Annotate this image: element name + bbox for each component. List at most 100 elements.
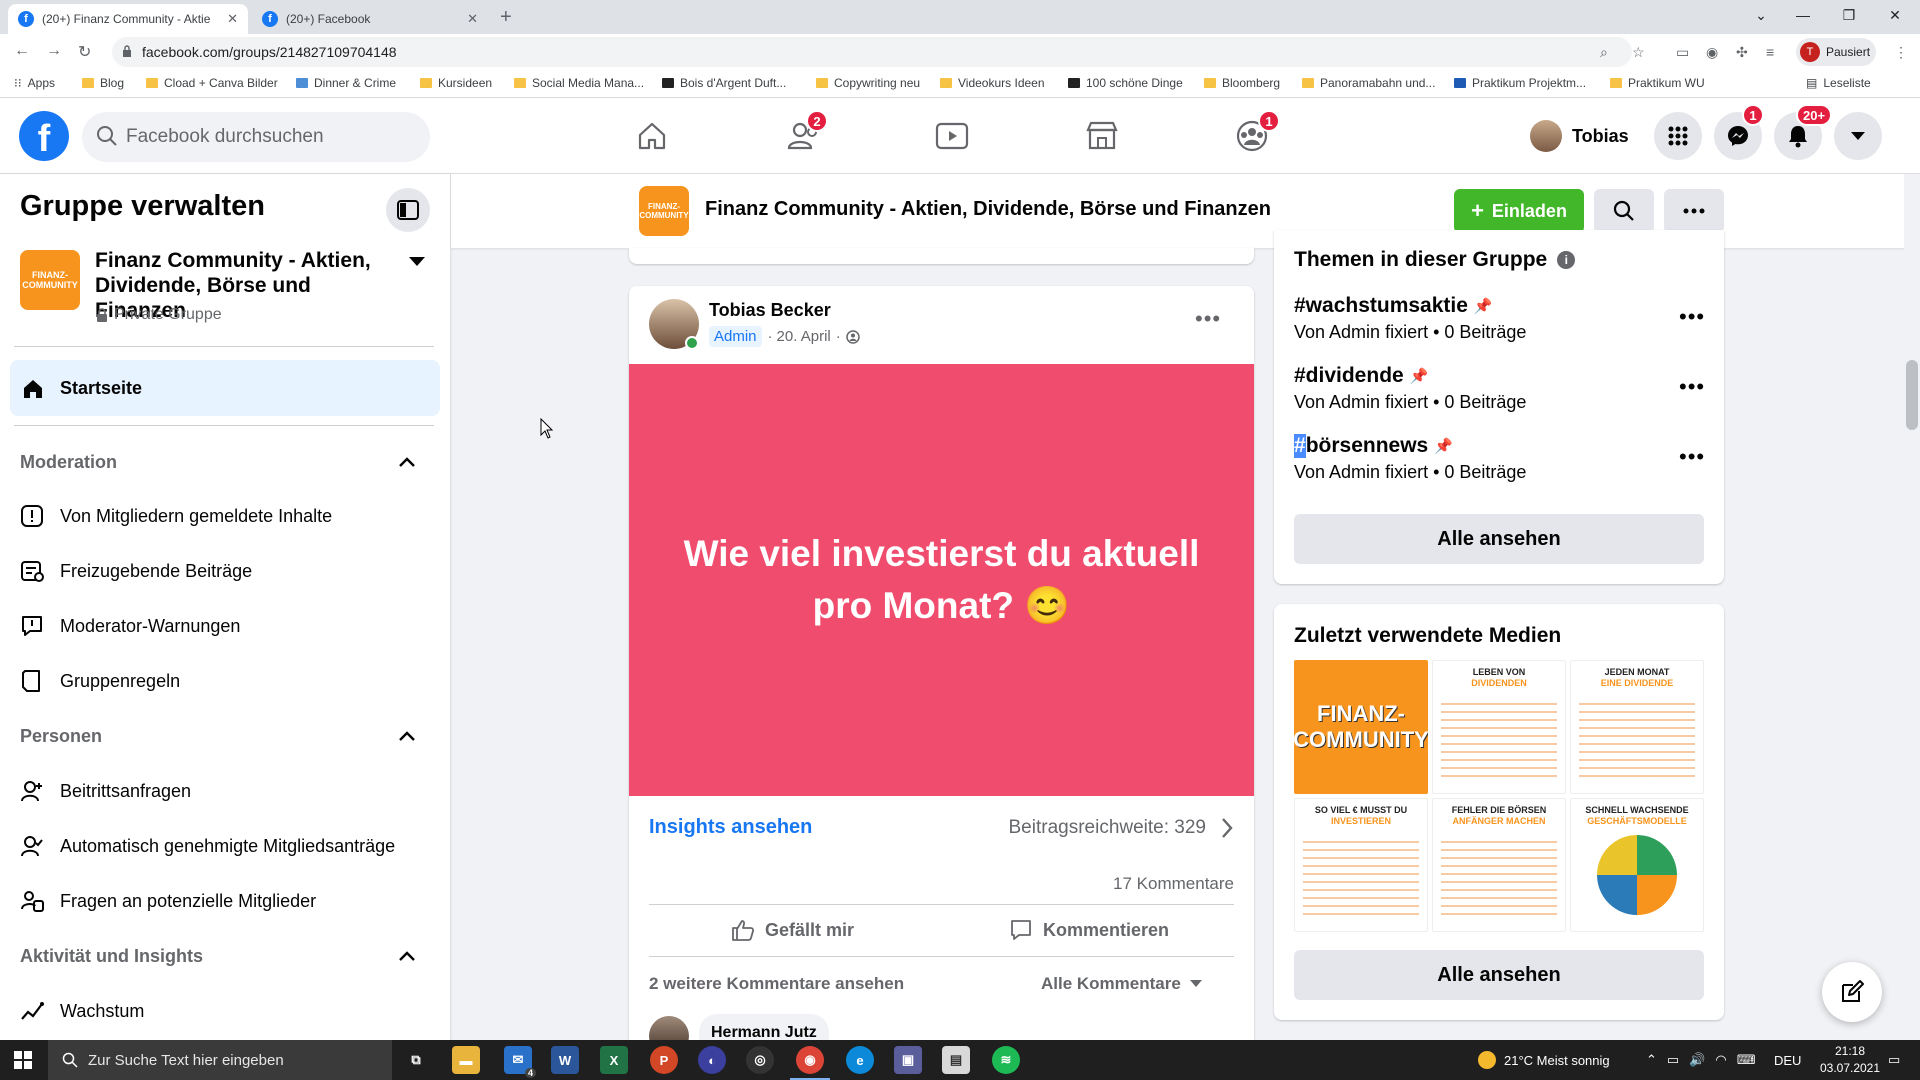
sidebar-item-home[interactable]: Startseite — [10, 360, 440, 416]
nav-home[interactable] — [632, 118, 672, 154]
chevron-up-icon[interactable] — [398, 456, 416, 468]
chrome-icon[interactable]: ◉ — [796, 1046, 824, 1074]
like-button[interactable]: Gefällt mir — [731, 910, 854, 950]
media-thumbnail[interactable]: SCHNELL WACHSENDE GESCHÄFTSMODELLE — [1570, 798, 1704, 932]
forward-icon[interactable]: → — [46, 42, 62, 60]
network-icon[interactable]: ▭ — [1667, 1052, 1679, 1068]
bookmark-item[interactable]: Bois d'Argent Duft... — [662, 76, 786, 90]
reading-list[interactable]: ▤ Leseliste — [1806, 76, 1871, 90]
info-icon[interactable]: i — [1557, 251, 1576, 269]
profile-shortcut[interactable]: Tobias — [1530, 116, 1629, 156]
media-thumbnail[interactable]: LEBEN VON DIVIDENDEN — [1432, 660, 1566, 794]
bookmark-star-icon[interactable]: ☆ — [1632, 44, 1645, 61]
tray-icons[interactable]: ⌃ ▭ 🔊 ◠ ⌨ — [1646, 1040, 1766, 1080]
bookmark-item[interactable]: Blog — [82, 76, 124, 90]
group-thumbnail[interactable]: FINANZ-COMMUNITY — [639, 186, 689, 236]
post-image-text[interactable]: Wie viel investierst du aktuell pro Mona… — [629, 364, 1254, 796]
browser-tab-finanz[interactable]: f (20+) Finanz Community - Aktie ✕ — [8, 4, 248, 34]
bookmark-item[interactable]: Praktikum WU — [1610, 76, 1705, 90]
tab-search-icon[interactable]: ⌄ — [1738, 0, 1784, 30]
wifi-icon[interactable]: ◠ — [1715, 1052, 1726, 1068]
page-scrollbar[interactable] — [1904, 174, 1920, 1040]
account-menu-button[interactable] — [1834, 112, 1882, 160]
spotify-icon[interactable]: ≋ — [992, 1046, 1020, 1074]
windows-start-icon[interactable] — [14, 1051, 32, 1069]
bookmark-item[interactable]: Dinner & Crime — [296, 76, 396, 90]
notification-center-icon[interactable]: ▭ — [1888, 1040, 1900, 1080]
zoom-icon[interactable]: ⌕ — [1600, 44, 1608, 61]
media-thumbnail[interactable]: FEHLER DIE BÖRSEN ANFÄNGER MACHEN — [1432, 798, 1566, 932]
sidebar-item-group-rules[interactable]: Gruppenregeln — [20, 661, 440, 701]
language-indicator[interactable]: DEU — [1774, 1040, 1801, 1080]
chrome-menu-icon[interactable]: ⋮ — [1894, 44, 1908, 61]
clock[interactable]: 21:18 03.07.2021 — [1818, 1043, 1882, 1077]
facebook-search-input[interactable]: Facebook durchsuchen — [82, 112, 430, 162]
new-message-button[interactable] — [1822, 962, 1882, 1022]
facebook-logo[interactable]: f — [19, 111, 69, 161]
reload-icon[interactable]: ↻ — [78, 42, 91, 62]
section-insights-title[interactable]: Aktivität und Insights — [20, 946, 203, 967]
mail-icon[interactable]: ✉ 4 — [504, 1046, 536, 1078]
nav-groups[interactable]: 1 — [1232, 110, 1280, 154]
group-switch-caret-icon[interactable] — [408, 256, 426, 268]
group-more-button[interactable] — [1664, 189, 1724, 233]
topic-options-icon[interactable]: ••• — [1679, 374, 1705, 400]
topic-item[interactable]: # börsennews 📌 — [1294, 434, 1453, 458]
word-icon[interactable]: W — [551, 1046, 579, 1074]
task-view-icon[interactable]: ⧉ — [402, 1046, 430, 1074]
chevron-up-icon[interactable]: ⌃ — [1646, 1052, 1657, 1068]
edge-icon[interactable]: e — [846, 1046, 874, 1074]
sidebar-item-pending-posts[interactable]: Freizugebende Beiträge — [20, 551, 440, 591]
sidebar-item-join-requests[interactable]: Beitrittsanfragen — [20, 771, 440, 811]
obs-icon[interactable]: ◎ — [746, 1046, 774, 1074]
volume-icon[interactable]: 🔊 — [1689, 1052, 1705, 1068]
app-icon[interactable]: ▣ — [894, 1046, 922, 1074]
view-more-comments-link[interactable]: 2 weitere Kommentare ansehen — [649, 974, 904, 994]
sidebar-item-member-questions[interactable]: Fragen an potenzielle Mitglieder — [20, 881, 440, 921]
nav-friends[interactable]: 2 — [784, 110, 828, 154]
weather-widget[interactable]: 21°C Meist sonnig — [1478, 1040, 1610, 1080]
bookmark-item[interactable]: 100 schöne Dinge — [1068, 76, 1183, 90]
see-all-media-button[interactable]: Alle ansehen — [1294, 950, 1704, 1000]
url-field[interactable]: facebook.com/groups/214827109704148 — [112, 37, 1632, 67]
section-moderation-title[interactable]: Moderation — [20, 452, 117, 473]
post-date[interactable]: 20. April — [777, 328, 831, 345]
bookmark-item[interactable]: Bloomberg — [1204, 76, 1280, 90]
sidebar-item-reported-content[interactable]: Von Mitgliedern gemeldete Inhalte — [20, 496, 440, 536]
browser-tab-facebook[interactable]: f (20+) Facebook ✕ — [252, 4, 488, 34]
post-author[interactable]: Tobias Becker — [709, 300, 831, 321]
messenger-button[interactable]: 1 — [1714, 104, 1764, 160]
bookmark-item[interactable]: Panoramabahn und... — [1302, 76, 1435, 90]
app-icon[interactable]: ◐ — [698, 1046, 726, 1074]
post-options-icon[interactable]: ••• — [1195, 306, 1221, 332]
bookmark-item[interactable]: Copywriting neu — [816, 76, 920, 90]
topic-options-icon[interactable]: ••• — [1679, 304, 1705, 330]
chevron-up-icon[interactable] — [398, 950, 416, 962]
bookmark-item[interactable]: Cload + Canva Bilder — [146, 76, 278, 90]
section-people-title[interactable]: Personen — [20, 726, 102, 747]
back-icon[interactable]: ← — [14, 42, 30, 60]
close-tab-icon[interactable]: ✕ — [227, 11, 238, 27]
commenter-name[interactable]: Hermann Jutz — [711, 1024, 817, 1041]
taskbar-search-input[interactable]: Zur Suche Text hier eingeben — [48, 1040, 392, 1080]
bookmark-item[interactable]: Kursideen — [420, 76, 492, 90]
chevron-up-icon[interactable] — [398, 730, 416, 742]
post-reach[interactable]: Beitragsreichweite: 329 — [984, 817, 1234, 839]
comment-button[interactable]: Kommentieren — [1009, 910, 1169, 950]
bookmark-item[interactable]: Praktikum Projektm... — [1454, 76, 1586, 90]
scrollbar-thumb[interactable] — [1906, 360, 1918, 430]
profile-button[interactable]: T Pausiert — [1796, 38, 1876, 66]
group-thumbnail[interactable]: FINANZ-COMMUNITY — [20, 250, 80, 310]
sidebar-item-moderator-alerts[interactable]: Moderator-Warnungen — [20, 606, 440, 646]
close-tab-icon[interactable]: ✕ — [467, 11, 478, 27]
extensions-puzzle-icon[interactable]: ✣ — [1736, 44, 1748, 61]
powerpoint-icon[interactable]: P — [650, 1046, 678, 1074]
excel-icon[interactable]: X — [600, 1046, 628, 1074]
keyboard-icon[interactable]: ⌨ — [1737, 1052, 1756, 1068]
comment-sort-dropdown[interactable]: Alle Kommentare — [1041, 974, 1203, 994]
group-search-button[interactable] — [1594, 189, 1654, 233]
sidebar-item-auto-approved[interactable]: Automatisch genehmigte Mitgliedsanträge — [20, 826, 440, 866]
see-all-topics-button[interactable]: Alle ansehen — [1294, 514, 1704, 564]
topic-options-icon[interactable]: ••• — [1679, 444, 1705, 470]
group-title[interactable]: Finanz Community - Aktien, Dividende, Bö… — [705, 198, 1271, 221]
